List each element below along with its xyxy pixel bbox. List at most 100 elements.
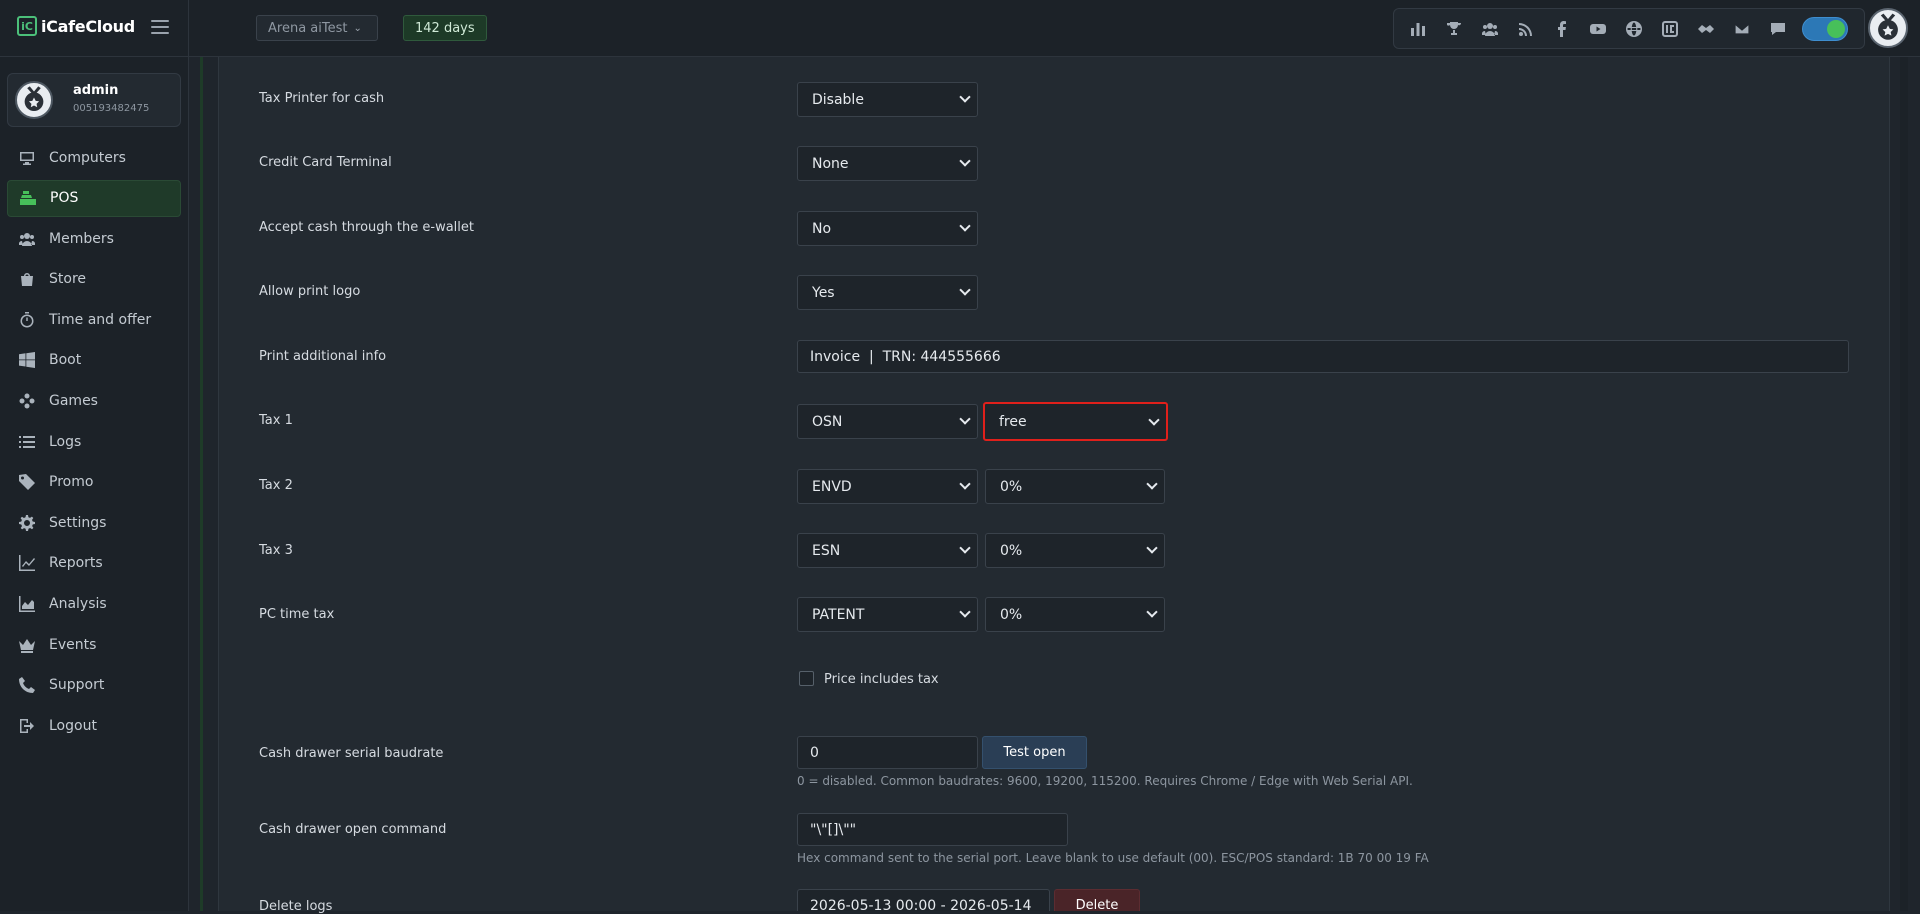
delete-logs-label: Delete logs — [259, 899, 333, 914]
card-terminal-select[interactable]: None — [797, 146, 978, 181]
sidebar-item-computers[interactable]: Computers — [7, 139, 181, 176]
test-open-button[interactable]: Test open — [982, 736, 1087, 769]
sidebar-item-boot[interactable]: Boot — [7, 342, 181, 379]
tax2-system-select[interactable]: ENVD — [797, 469, 978, 504]
pc-time-tax-label: PC time tax — [259, 607, 335, 622]
user-card[interactable]: admin 005193482475 — [7, 73, 181, 127]
line-chart-icon — [19, 555, 35, 572]
license-days-badge: 142 days — [403, 15, 487, 41]
avatar — [15, 81, 53, 119]
ewallet-cash-select[interactable]: No — [797, 211, 978, 246]
chevron-down-icon — [1148, 414, 1160, 426]
tax1-system-select[interactable]: OSN — [797, 404, 978, 439]
sidebar-item-logout[interactable]: Logout — [7, 707, 181, 744]
gear-icon — [19, 514, 35, 531]
crown-icon — [19, 637, 35, 653]
sidebar-item-time-and-offer[interactable]: Time and offer — [7, 301, 181, 338]
sidebar-item-label: Reports — [49, 555, 103, 572]
logo-mark-icon: iC — [17, 16, 37, 36]
chevron-down-icon — [1146, 542, 1158, 554]
mail-icon[interactable] — [1724, 8, 1760, 49]
sidebar-item-label: Logs — [49, 433, 82, 450]
tax2-rate-select[interactable]: 0% — [985, 469, 1165, 504]
open-command-hint: Hex command sent to the serial port. Lea… — [797, 851, 1429, 865]
youtube-icon[interactable] — [1580, 8, 1616, 49]
menu-toggle-icon[interactable] — [150, 17, 170, 37]
sidebar-item-label: Settings — [49, 514, 107, 531]
selected-value: Disable — [812, 91, 864, 108]
sidebar-item-label: Boot — [49, 352, 82, 369]
tax-printer-label: Tax Printer for cash — [259, 91, 385, 106]
app-logo[interactable]: iC iCafeCloud — [17, 16, 135, 36]
tax3-rate-select[interactable]: 0% — [985, 533, 1165, 568]
chevron-down-icon — [959, 606, 971, 618]
cash-register-icon — [20, 190, 36, 206]
rss-icon[interactable] — [1508, 8, 1544, 49]
pc-time-tax-rate-select[interactable]: 0% — [985, 597, 1165, 632]
tax-printer-select[interactable]: Disable — [797, 82, 978, 117]
sidebar-item-label: Analysis — [49, 596, 107, 613]
sidebar-item-label: Store — [49, 271, 87, 288]
sidebar-item-events[interactable]: Events — [7, 626, 181, 663]
content-accent-bar — [200, 57, 203, 911]
facebook-icon[interactable] — [1544, 8, 1580, 49]
open-command-label: Cash drawer open command — [259, 822, 447, 837]
list-icon — [19, 434, 35, 450]
sidebar-item-support[interactable]: Support — [7, 667, 181, 704]
sidebar-item-settings[interactable]: Settings — [7, 504, 181, 541]
leaderboard-icon[interactable] — [1400, 8, 1436, 49]
price-includes-tax-checkbox[interactable] — [799, 671, 814, 686]
open-command-input[interactable]: "\"[]\"" — [797, 813, 1068, 846]
globe-icon[interactable] — [1616, 8, 1652, 49]
additional-info-label: Print additional info — [259, 349, 387, 364]
print-logo-label: Allow print logo — [259, 284, 361, 299]
logout-icon — [19, 718, 35, 734]
chevron-down-icon — [959, 220, 971, 232]
selected-value: ENVD — [812, 478, 852, 495]
chat-icon[interactable] — [1760, 8, 1796, 49]
sidebar-item-reports[interactable]: Reports — [7, 545, 181, 582]
user-id: 005193482475 — [73, 103, 150, 114]
gamepad-icon — [19, 393, 35, 409]
sidebar-item-analysis[interactable]: Analysis — [7, 586, 181, 623]
sidebar-item-label: Games — [49, 393, 98, 410]
sidebar-item-logs[interactable]: Logs — [7, 423, 181, 460]
price-includes-tax-label: Price includes tax — [824, 672, 939, 687]
baudrate-input[interactable]: 0 — [797, 736, 978, 769]
sidebar-item-promo[interactable]: Promo — [7, 464, 181, 501]
sidebar-item-store[interactable]: Store — [7, 261, 181, 298]
sidebar-item-pos[interactable]: POS — [7, 179, 181, 217]
delete-logs-button[interactable]: Delete — [1054, 889, 1140, 911]
selected-value: free — [999, 413, 1027, 430]
print-logo-select[interactable]: Yes — [797, 275, 978, 310]
cafe-selector[interactable]: Arena aiTest ⌄ — [256, 15, 378, 41]
chevron-down-icon: ⌄ — [353, 22, 362, 34]
selected-value: PATENT — [812, 606, 865, 623]
pc-time-tax-system-select[interactable]: PATENT — [797, 597, 978, 632]
additional-info-input[interactable]: Invoice | TRN: 444555666 — [797, 340, 1849, 373]
tax1-label: Tax 1 — [259, 413, 293, 428]
tax1-rate-select[interactable]: free — [983, 402, 1168, 441]
tax3-system-select[interactable]: ESN — [797, 533, 978, 568]
icafe-logo-icon[interactable] — [1652, 8, 1688, 49]
sidebar-item-games[interactable]: Games — [7, 383, 181, 420]
delete-logs-date-range-input[interactable]: 2026-05-13 00:00 - 2026-05-14 10:19 — [797, 889, 1050, 911]
chevron-down-icon — [959, 542, 971, 554]
sidebar-item-members[interactable]: Members — [7, 220, 181, 257]
user-name: admin — [73, 83, 119, 98]
sidebar-item-label: Computers — [49, 149, 126, 166]
users-group-icon[interactable] — [1472, 8, 1508, 49]
sidebar-item-label: Members — [49, 230, 114, 247]
selected-value: ESN — [812, 542, 841, 559]
scrollbar[interactable] — [1900, 57, 1908, 911]
theme-toggle[interactable] — [1802, 16, 1848, 41]
handshake-icon[interactable] — [1688, 8, 1724, 49]
cafe-name: Arena aiTest — [268, 20, 348, 36]
avatar[interactable] — [1868, 8, 1908, 48]
card-terminal-label: Credit Card Terminal — [259, 155, 392, 170]
chevron-down-icon — [959, 413, 971, 425]
selected-value: 0% — [1000, 606, 1023, 623]
trophy-icon[interactable] — [1436, 8, 1472, 49]
sidebar-item-label: Promo — [49, 474, 94, 491]
selected-value: 0% — [1000, 478, 1023, 495]
